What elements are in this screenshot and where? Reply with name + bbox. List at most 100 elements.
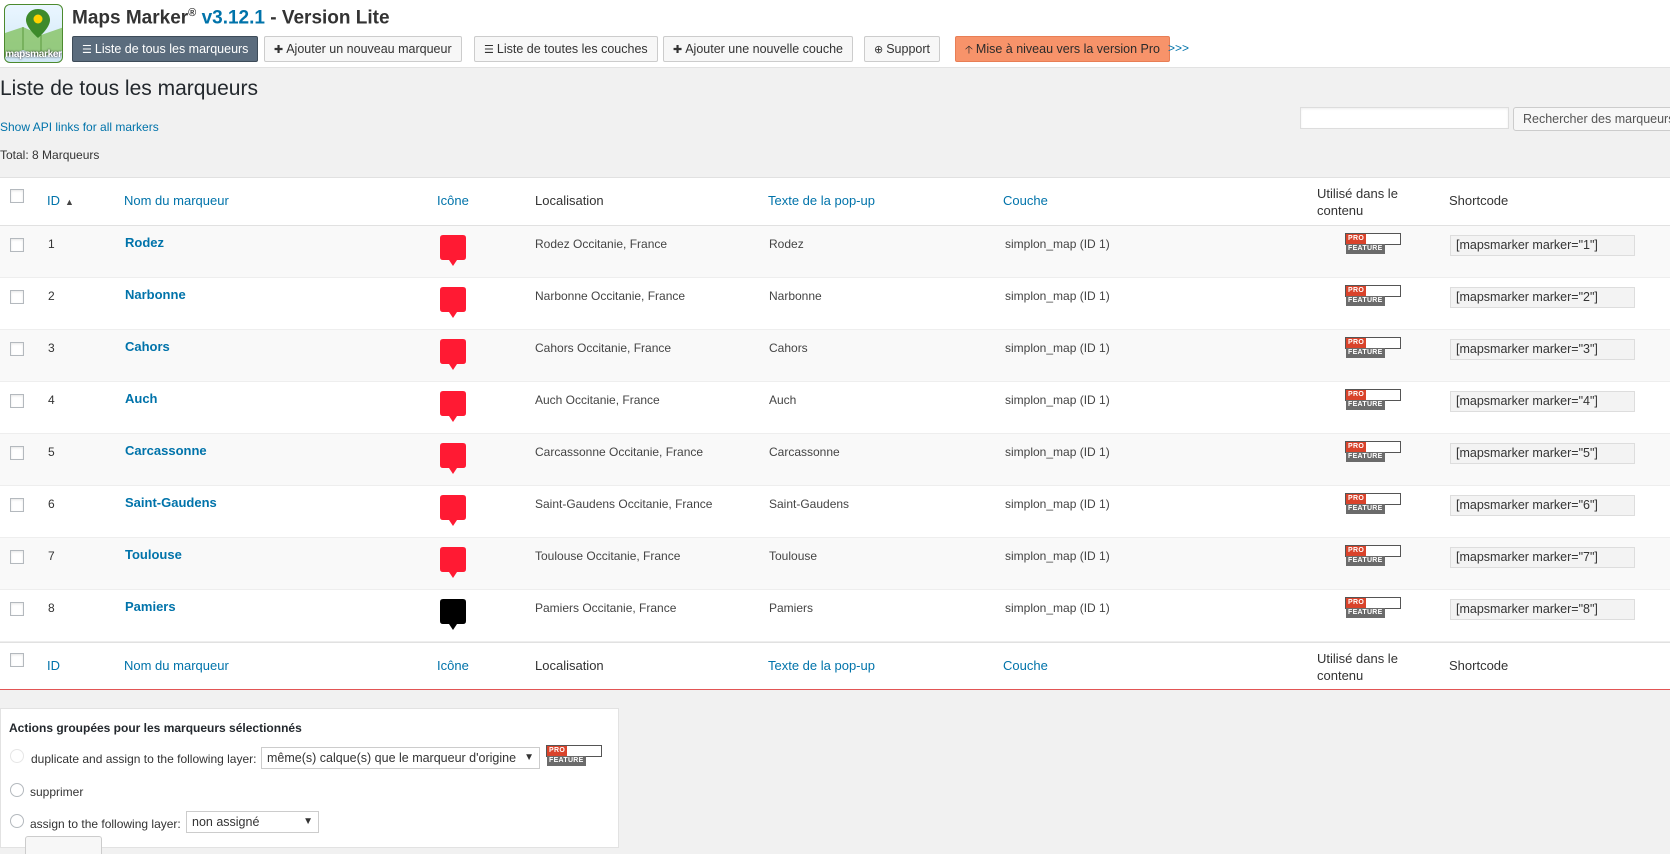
marker-popup-link[interactable]: Cahors xyxy=(769,341,808,355)
marker-total: Total: 8 Marqueurs xyxy=(0,148,100,162)
marker-name-link[interactable]: Carcassonne xyxy=(125,443,207,458)
marker-layer-link[interactable]: simplon_map (ID 1) xyxy=(1005,445,1110,459)
nav-list-markers-button[interactable]: ☰ Liste de tous les marqueurs xyxy=(72,36,259,62)
nav-label: Liste de toutes les couches xyxy=(496,42,648,56)
marker-popup-link[interactable]: Narbonne xyxy=(769,289,822,303)
marker-layer-link[interactable]: simplon_map (ID 1) xyxy=(1005,601,1110,615)
column-layer-footer[interactable]: Couche xyxy=(1003,658,1048,673)
api-links-link[interactable]: Show API links for all markers xyxy=(0,120,159,134)
row-checkbox[interactable] xyxy=(10,290,24,304)
shortcode-field[interactable]: [mapsmarker marker="1"] xyxy=(1450,235,1635,256)
shortcode-field[interactable]: [mapsmarker marker="6"] xyxy=(1450,495,1635,516)
column-name-footer[interactable]: Nom du marqueur xyxy=(124,658,229,673)
marker-location: Auch Occitanie, France xyxy=(535,393,660,407)
marker-layer-link[interactable]: simplon_map (ID 1) xyxy=(1005,549,1110,563)
column-shortcode-header: Shortcode xyxy=(1449,193,1509,208)
app-version: v3.12.1 xyxy=(201,7,265,29)
marker-layer-link[interactable]: simplon_map (ID 1) xyxy=(1005,393,1110,407)
table-row: 5 Carcassonne Carcassonne Occitanie, Franc… xyxy=(0,434,1670,486)
shortcode-field[interactable]: [mapsmarker marker="5"] xyxy=(1450,443,1635,464)
nav-add-layer-button[interactable]: ✚ Ajouter une nouvelle couche xyxy=(663,36,853,62)
pro-badge-right: FEATURE xyxy=(1346,244,1385,254)
assign-radio[interactable] xyxy=(10,814,24,828)
column-id-header[interactable]: ID ▲ xyxy=(47,193,74,208)
marker-icon-shape xyxy=(440,547,466,578)
marker-name-link[interactable]: Pamiers xyxy=(125,599,176,614)
pro-badge-left: PRO xyxy=(1346,494,1367,504)
nav-upgrade-pro-button[interactable]: 🡡 Mise à niveau vers la version Pro xyxy=(955,36,1171,62)
marker-id: 2 xyxy=(48,289,55,303)
plus-icon: ✚ xyxy=(274,44,284,56)
app-edition: - Version Lite xyxy=(270,7,390,29)
nav-support-button[interactable]: ⊕ Support xyxy=(864,36,940,62)
marker-popup-link[interactable]: Rodez xyxy=(769,237,804,251)
column-icon-footer[interactable]: Icône xyxy=(437,658,469,673)
marker-id: 5 xyxy=(48,445,55,459)
delete-radio[interactable] xyxy=(10,783,24,797)
select-all-checkbox-footer[interactable] xyxy=(10,653,24,667)
column-id-footer[interactable]: ID xyxy=(47,658,60,673)
marker-icon xyxy=(440,443,466,474)
marker-name-link[interactable]: Toulouse xyxy=(125,547,182,562)
column-label: ID xyxy=(47,193,60,208)
row-checkbox[interactable] xyxy=(10,238,24,252)
marker-name-link[interactable]: Rodez xyxy=(125,235,164,250)
select-all-checkbox[interactable] xyxy=(10,189,24,203)
row-checkbox[interactable] xyxy=(10,446,24,460)
marker-popup-link[interactable]: Toulouse xyxy=(769,549,817,563)
sort-ascending-icon: ▲ xyxy=(65,197,74,207)
marker-layer-link[interactable]: simplon_map (ID 1) xyxy=(1005,237,1110,251)
marker-layer-link[interactable]: simplon_map (ID 1) xyxy=(1005,497,1110,511)
mapsmarker-logo[interactable]: mapsmarker xyxy=(4,4,63,63)
marker-icon xyxy=(440,599,466,630)
marker-layer-link[interactable]: simplon_map (ID 1) xyxy=(1005,341,1110,355)
nav-add-marker-button[interactable]: ✚ Ajouter un nouveau marqueur xyxy=(264,36,462,62)
row-checkbox[interactable] xyxy=(10,498,24,512)
shortcode-field[interactable]: [mapsmarker marker="3"] xyxy=(1450,339,1635,360)
plus-circle-icon: ⊕ xyxy=(874,44,884,56)
marker-name-link[interactable]: Saint-Gaudens xyxy=(125,495,217,510)
dropdown-caret-icon: ▼ xyxy=(303,816,313,827)
marker-icon-shape xyxy=(440,599,466,630)
pro-feature-badge: PROFEATURE xyxy=(1345,493,1401,514)
marker-icon-shape xyxy=(440,235,466,266)
pro-badge-right: FEATURE xyxy=(1346,452,1385,462)
select-value: même(s) calque(s) que le marqueur d'orig… xyxy=(267,751,517,765)
marker-popup-link[interactable]: Carcassonne xyxy=(769,445,840,459)
shortcode-field[interactable]: [mapsmarker marker="4"] xyxy=(1450,391,1635,412)
pro-badge-left: PRO xyxy=(1346,598,1367,608)
duplicate-layer-select[interactable]: même(s) calque(s) que le marqueur d'orig… xyxy=(261,747,540,769)
pro-badge-right: FEATURE xyxy=(1346,400,1385,410)
column-popup-footer[interactable]: Texte de la pop-up xyxy=(768,658,875,673)
assign-layer-select[interactable]: non assigné ▼ xyxy=(186,811,319,833)
marker-popup-link[interactable]: Pamiers xyxy=(769,601,813,615)
column-name-header[interactable]: Nom du marqueur xyxy=(124,193,229,208)
shortcode-field[interactable]: [mapsmarker marker="7"] xyxy=(1450,547,1635,568)
search-input[interactable] xyxy=(1300,107,1509,129)
column-icon-header[interactable]: Icône xyxy=(437,193,469,208)
marker-name-link[interactable]: Narbonne xyxy=(125,287,186,302)
marker-popup-link[interactable]: Saint-Gaudens xyxy=(769,497,849,511)
shortcode-field[interactable]: [mapsmarker marker="2"] xyxy=(1450,287,1635,308)
pro-badge-right: FEATURE xyxy=(1346,608,1385,618)
search-markers-button[interactable]: Rechercher des marqueurs xyxy=(1513,107,1670,131)
row-checkbox[interactable] xyxy=(10,550,24,564)
nav-more-link[interactable]: >>> xyxy=(1168,41,1189,55)
column-popup-header[interactable]: Texte de la pop-up xyxy=(768,193,875,208)
row-checkbox[interactable] xyxy=(10,342,24,356)
row-checkbox[interactable] xyxy=(10,394,24,408)
duplicate-radio[interactable] xyxy=(10,749,24,763)
marker-popup-link[interactable]: Auch xyxy=(769,393,796,407)
nav-label: Support xyxy=(886,42,930,56)
row-checkbox[interactable] xyxy=(10,602,24,616)
pro-badge-left: PRO xyxy=(547,746,568,756)
dropdown-caret-icon: ▼ xyxy=(524,752,534,763)
marker-name-link[interactable]: Auch xyxy=(125,391,158,406)
marker-layer-link[interactable]: simplon_map (ID 1) xyxy=(1005,289,1110,303)
marker-name-link[interactable]: Cahors xyxy=(125,339,170,354)
page-title: Liste de tous les marqueurs xyxy=(0,77,258,100)
shortcode-field[interactable]: [mapsmarker marker="8"] xyxy=(1450,599,1635,620)
column-layer-header[interactable]: Couche xyxy=(1003,193,1048,208)
apply-bulk-action-button[interactable] xyxy=(25,836,102,854)
nav-list-layers-button[interactable]: ☰ Liste de toutes les couches xyxy=(474,36,658,62)
